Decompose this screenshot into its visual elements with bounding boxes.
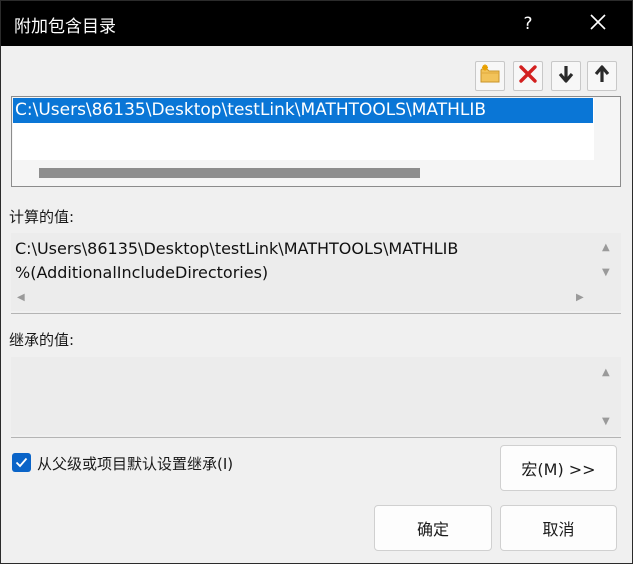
move-down-icon: [558, 64, 574, 88]
new-folder-icon: [479, 64, 501, 88]
computed-value-box[interactable]: C:\Users\86135\Desktop\testLink\MATHTOOL…: [11, 233, 621, 311]
scroll-left-arrow-icon[interactable]: ◀: [17, 293, 25, 303]
cancel-button[interactable]: 取消: [500, 505, 617, 551]
scroll-up-arrow-icon[interactable]: ▲: [602, 368, 610, 378]
cancel-button-label: 取消: [542, 520, 575, 539]
computed-value-label: 计算的值:: [9, 208, 75, 226]
delete-icon: [518, 64, 538, 88]
close-icon: [590, 13, 606, 34]
help-button[interactable]: ?: [505, 1, 551, 46]
divider: [11, 313, 621, 314]
new-line-button[interactable]: [475, 61, 505, 91]
macro-button[interactable]: 宏(M) >>: [500, 445, 617, 491]
macro-button-label: 宏(M) >>: [521, 460, 596, 479]
move-up-icon: [594, 64, 610, 88]
dialog-window: 附加包含目录 ? C:\Users\86135\Desktop\testLink…: [0, 0, 633, 564]
checkmark-icon: [15, 453, 28, 472]
window-title: 附加包含目录: [14, 17, 116, 37]
move-up-button[interactable]: [587, 61, 617, 91]
directory-list[interactable]: C:\Users\86135\Desktop\testLink\MATHTOOL…: [11, 96, 621, 187]
scroll-down-arrow-icon[interactable]: ▼: [602, 417, 610, 427]
computed-line: C:\Users\86135\Desktop\testLink\MATHTOOL…: [15, 239, 459, 258]
title-bar[interactable]: 附加包含目录 ?: [1, 1, 632, 46]
scroll-down-arrow-icon[interactable]: ▼: [602, 268, 610, 278]
inherit-checkbox-label[interactable]: 从父级或项目默认设置继承(I): [37, 453, 233, 474]
scroll-up-arrow-icon[interactable]: ▲: [602, 243, 610, 253]
scroll-right-arrow-icon[interactable]: ▶: [576, 293, 584, 303]
help-label: ?: [523, 13, 533, 34]
delete-button[interactable]: [513, 61, 543, 91]
close-button[interactable]: [575, 1, 621, 46]
ok-button[interactable]: 确定: [374, 505, 492, 551]
move-down-button[interactable]: [551, 61, 581, 91]
horizontal-scrollbar-thumb[interactable]: [39, 168, 420, 178]
list-item[interactable]: C:\Users\86135\Desktop\testLink\MATHTOOL…: [13, 98, 593, 123]
inherit-checkbox[interactable]: [12, 453, 31, 472]
ok-button-label: 确定: [416, 520, 449, 539]
inherited-value-box[interactable]: ▲ ▼: [11, 357, 621, 435]
computed-line: %(AdditionalIncludeDirectories): [15, 263, 269, 282]
divider: [11, 437, 621, 438]
inherited-value-label: 继承的值:: [9, 331, 75, 349]
